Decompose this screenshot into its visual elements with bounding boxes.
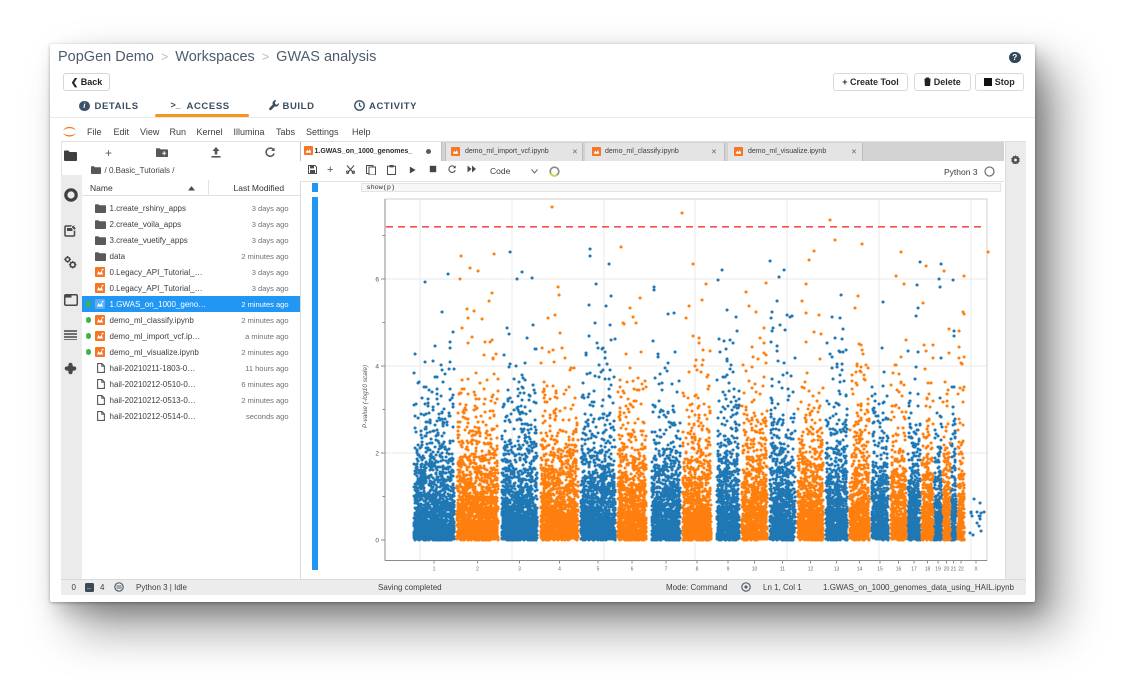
- svg-text:18: 18: [925, 567, 931, 573]
- svg-text:9: 9: [727, 567, 730, 573]
- svg-text:20: 20: [944, 567, 950, 573]
- svg-text:X: X: [974, 567, 978, 573]
- svg-text:4: 4: [375, 363, 379, 370]
- svg-text:6: 6: [631, 567, 634, 573]
- svg-text:8: 8: [696, 567, 699, 573]
- svg-text:22: 22: [958, 567, 964, 573]
- svg-text:12: 12: [808, 567, 814, 573]
- svg-text:2: 2: [476, 567, 479, 573]
- svg-text:17: 17: [911, 567, 917, 573]
- svg-text:0: 0: [375, 537, 379, 544]
- svg-text:3: 3: [518, 567, 521, 573]
- svg-text:P-value (-log10 scale): P-value (-log10 scale): [362, 365, 369, 428]
- svg-text:14: 14: [857, 567, 863, 573]
- svg-text:7: 7: [665, 567, 668, 573]
- svg-text:10: 10: [752, 567, 758, 573]
- svg-text:16: 16: [896, 567, 902, 573]
- svg-text:2: 2: [375, 450, 379, 457]
- svg-text:6: 6: [375, 276, 379, 283]
- svg-text:13: 13: [834, 567, 840, 573]
- svg-text:19: 19: [935, 567, 941, 573]
- svg-text:15: 15: [877, 567, 883, 573]
- svg-text:11: 11: [780, 567, 785, 573]
- svg-text:5: 5: [597, 567, 600, 573]
- svg-text:4: 4: [558, 567, 561, 573]
- svg-text:21: 21: [951, 567, 957, 573]
- svg-text:1: 1: [433, 567, 436, 573]
